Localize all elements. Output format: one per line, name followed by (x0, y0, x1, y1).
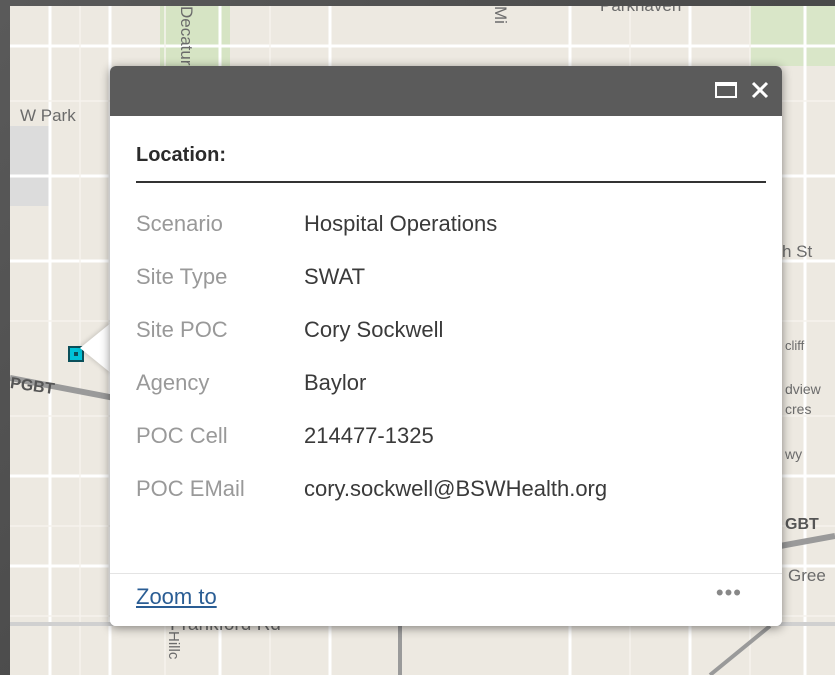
map-label-street: W Park (20, 106, 76, 125)
map-label-road: GBT (785, 516, 819, 533)
zoom-to-link[interactable]: Zoom to (136, 584, 217, 610)
attribute-name: Scenario (136, 210, 223, 236)
popup-title: Location: (136, 144, 766, 183)
attribute-row: POC Cell 214477-1325 (136, 409, 607, 462)
map-label-street: Hillc (165, 631, 182, 660)
map-label-street: Rd (10, 646, 12, 668)
attribute-name: Agency (136, 369, 210, 395)
attribute-value: Hospital Operations (304, 210, 498, 236)
park-area (750, 6, 835, 66)
attribute-value: Baylor (304, 369, 367, 395)
attribute-value: cory.sockwell@BSWHealth.org (304, 475, 608, 501)
attribute-table: Scenario Hospital Operations Site Type S… (136, 197, 607, 515)
map-label-street: Gree (788, 566, 826, 585)
attribute-value: SWAT (304, 263, 366, 289)
attribute-row: Scenario Hospital Operations (136, 197, 607, 250)
popup-header (110, 66, 782, 116)
attribute-name: Site POC (136, 316, 228, 342)
attribute-name: Site Type (136, 263, 228, 289)
attribute-value: Cory Sockwell (304, 316, 444, 342)
map-label-street: cliff (785, 338, 805, 353)
attribute-row: Site Type SWAT (136, 250, 607, 303)
attribute-value: 214477-1325 (304, 422, 434, 448)
map-label-street: Parkhaven (600, 6, 681, 16)
popup-pointer (80, 322, 112, 374)
map-label-street: dview (785, 381, 821, 397)
map-label-street: wy (785, 446, 803, 462)
map-label-street: Mi (491, 6, 510, 24)
popup-body: Location: Scenario Hospital Operations S… (110, 116, 782, 515)
map-label-street: cres (785, 401, 812, 417)
maximize-icon (715, 82, 737, 98)
map-label-street: h St (782, 242, 813, 261)
close-icon (751, 81, 769, 99)
close-button[interactable] (746, 76, 774, 104)
map-label-street: Decatur (177, 6, 196, 66)
attribute-row: Site POC Cory Sockwell (136, 303, 607, 356)
attribute-name: POC EMail (136, 475, 245, 501)
urban-area (10, 126, 50, 206)
more-options-icon[interactable]: ••• (716, 580, 742, 606)
info-popup: Location: Scenario Hospital Operations S… (110, 66, 782, 626)
popup-footer: Zoom to ••• (110, 573, 782, 626)
maximize-button[interactable] (712, 76, 740, 104)
attribute-name: POC Cell (136, 422, 228, 448)
attribute-row: POC EMail cory.sockwell@BSWHealth.org (136, 462, 607, 515)
attribute-row: Agency Baylor (136, 356, 607, 409)
